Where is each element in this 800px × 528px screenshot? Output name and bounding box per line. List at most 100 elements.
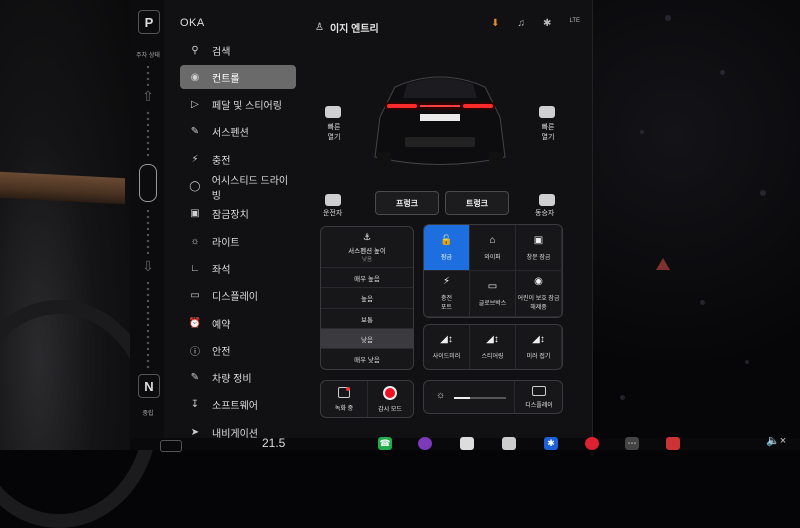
- calendar-icon[interactable]: [666, 437, 680, 450]
- sidebar-item-label: 충전: [212, 155, 231, 167]
- control-button[interactable]: ◉ 어린이 보호 잠금 해제중: [516, 271, 562, 317]
- music-icon[interactable]: [585, 437, 599, 450]
- phone-icon[interactable]: ☎: [378, 437, 392, 450]
- child-lock-icon: ◉: [534, 276, 543, 287]
- suspension-header: ⚓ 서스펜션 높이 낮음: [321, 227, 413, 267]
- suspension-option[interactable]: 보통: [321, 307, 413, 329]
- camera-panel: 녹화 중 감시 모드: [320, 380, 414, 418]
- mirror-panel: ◢↕ 사이드미러 ◢↕ 스티어링 ◢↕ 미러 접기: [423, 324, 563, 370]
- sidebar-item[interactable]: ▷ 페달 및 스티어링: [180, 93, 296, 117]
- bluetooth-app-icon[interactable]: ✱: [544, 437, 558, 450]
- media-icon[interactable]: [418, 437, 432, 450]
- quick-open-right[interactable]: 빠른 열기: [534, 123, 562, 143]
- bell-icon[interactable]: ♫: [518, 18, 526, 29]
- sidebar-item[interactable]: ▭ 디스플레이: [180, 284, 296, 308]
- trunk-button[interactable]: 트렁크: [445, 191, 509, 215]
- sidebar-item[interactable]: ⏰ 예약: [180, 311, 296, 335]
- bokeh-light: [745, 360, 749, 364]
- quick-open-left[interactable]: 빠른 열기: [320, 123, 348, 143]
- user-name[interactable]: 이지 엔트리: [330, 20, 379, 35]
- alarm-icon: ⏰: [188, 317, 202, 329]
- display-button[interactable]: 디스플레이: [514, 381, 562, 413]
- bolt-icon: ⚡: [191, 153, 199, 165]
- control-button[interactable]: ▭ 글로브박스: [470, 271, 516, 317]
- suspension-option[interactable]: 매우 낮음: [321, 348, 413, 369]
- more-icon[interactable]: ⋯: [625, 437, 639, 450]
- gear-dots: [145, 280, 151, 370]
- wrench-icon: ✎: [190, 372, 200, 384]
- user-icon[interactable]: ♙: [315, 22, 324, 33]
- sidebar-item[interactable]: ◯ 어시스티드 드라이빙: [180, 175, 296, 202]
- sidebar-item[interactable]: ⚲ 검색: [180, 38, 296, 62]
- wiper-icon: ⌂: [489, 234, 496, 246]
- video-icon[interactable]: [502, 437, 516, 450]
- control-button[interactable]: ⌂ 와이퍼: [470, 225, 516, 271]
- sidebar-item-label: 잠금장치: [212, 210, 249, 222]
- sidebar-item[interactable]: ⚡ 충전: [180, 147, 296, 171]
- sidebar-item-label: 검색: [212, 46, 231, 58]
- gear-selector[interactable]: P 주차 상태 ⇧ ⇩ N 중립: [130, 0, 164, 438]
- profile-name: OKA: [180, 17, 205, 29]
- bokeh-light: [720, 70, 725, 75]
- gear-neutral[interactable]: N: [138, 374, 160, 398]
- seat-icon[interactable]: [325, 194, 341, 206]
- mirror-icon: ◢↕: [440, 334, 453, 345]
- suspension-option[interactable]: 높음: [321, 287, 413, 308]
- car-top-icon: [139, 164, 157, 202]
- sidebar-item-label: 차량 정비: [212, 374, 252, 386]
- suspension-car-icon: ⚓: [362, 231, 372, 242]
- passenger-label[interactable]: 동승자: [535, 208, 554, 218]
- download-icon[interactable]: ⬇: [491, 18, 499, 29]
- info-icon: ⓘ: [190, 346, 200, 358]
- mirror-label: 사이드미러: [432, 354, 461, 360]
- control-button[interactable]: 🔓 잠금: [424, 225, 470, 271]
- sidebar-item[interactable]: ☼ 라이트: [180, 229, 296, 253]
- volume-icon[interactable]: 🔈×: [766, 434, 786, 447]
- sentry-button[interactable]: 감시 모드: [367, 381, 413, 417]
- brightness-slider[interactable]: [454, 397, 506, 399]
- controls-panel: ♙ 이지 엔트리 ⬇ ♫ ✱ LTE 빠른 열기 빠른 열기 운전자 동승자 프…: [305, 0, 592, 438]
- control-button[interactable]: ⚡ 충전 포트: [424, 271, 470, 317]
- wheel-icon: ◯: [189, 181, 201, 192]
- sidebar-item[interactable]: ▣ 잠금장치: [180, 202, 296, 226]
- dashcam-button[interactable]: 녹화 중: [321, 381, 368, 417]
- frunk-button[interactable]: 프렁크: [375, 191, 439, 215]
- control-label: 글로브박스: [478, 300, 507, 307]
- sidebar-item[interactable]: ◉ 컨트롤: [180, 65, 296, 90]
- control-button[interactable]: ▣ 창문 잠금: [516, 225, 562, 271]
- seat-icon[interactable]: [539, 194, 555, 206]
- controls-grid: 🔓 잠금 ⌂ 와이퍼 ▣ 창문 잠금 ⚡ 충전 포트 ▭ 글로브박스 ◉ 어린이 보호 잠금 해제중: [423, 224, 563, 318]
- mirror-label: 스티어링: [481, 354, 504, 360]
- mirror-button[interactable]: ◢↕ 스티어링: [470, 325, 516, 369]
- arrow-down-icon[interactable]: ⇩: [140, 258, 156, 275]
- mirror-button[interactable]: ◢↕ 미러 접기: [516, 325, 562, 369]
- arrow-up-icon[interactable]: ⇧: [140, 88, 156, 105]
- control-label: 와이퍼: [484, 254, 501, 261]
- gear-dots: [145, 64, 151, 86]
- sidebar-item-label: 라이트: [212, 237, 240, 249]
- bluetooth-icon[interactable]: ✱: [543, 18, 551, 29]
- toggle-icon: ◉: [190, 71, 200, 83]
- car-icon[interactable]: [160, 440, 182, 452]
- sidebar-item[interactable]: ⓘ 안전: [180, 338, 296, 362]
- driver-label[interactable]: 운전자: [323, 208, 342, 218]
- suspension-option[interactable]: 매우 높음: [321, 267, 413, 288]
- sidebar-item-label: 서스펜션: [212, 128, 249, 140]
- gear-park-label: 주차 상태: [136, 53, 160, 59]
- mirror-button[interactable]: ◢↕ 사이드미러: [424, 325, 470, 369]
- sidebar-item[interactable]: ↧ 소프트웨어: [180, 393, 296, 417]
- suspension-current: 낮음: [361, 256, 373, 263]
- notes-icon[interactable]: [460, 437, 474, 450]
- gear-dots: [145, 110, 151, 160]
- door-open-icon[interactable]: [539, 106, 555, 118]
- suspension-option[interactable]: 낮음: [321, 327, 413, 349]
- touchscreen: P 주차 상태 ⇧ ⇩ N 중립 OKA ⚲ 검색 ◉ 컨트롤 ▷ 페달 및 스티어링 ✎ 서…: [130, 0, 593, 440]
- temperature[interactable]: 21.5: [262, 436, 285, 450]
- sidebar-item[interactable]: ✎ 서스펜션: [180, 120, 296, 144]
- sidebar-item[interactable]: ✎ 차량 정비: [180, 366, 296, 390]
- lock-icon: 🔓: [440, 234, 453, 246]
- sidebar-item[interactable]: ∟ 좌석: [180, 256, 296, 280]
- door-open-icon[interactable]: [325, 106, 341, 118]
- record-icon: [383, 385, 397, 400]
- gear-park[interactable]: P: [138, 10, 160, 34]
